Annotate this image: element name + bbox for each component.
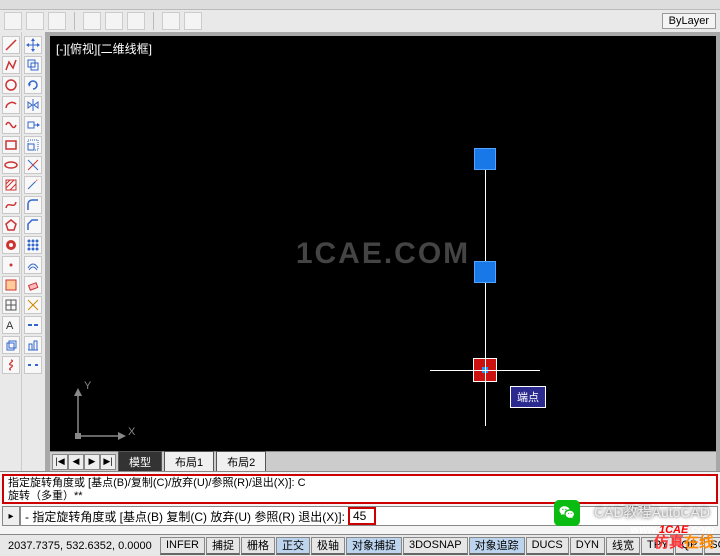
arc-tool[interactable] xyxy=(2,96,20,114)
break-tool[interactable] xyxy=(24,356,42,374)
erase-tool[interactable] xyxy=(24,276,42,294)
explode-tool[interactable] xyxy=(24,296,42,314)
geometry-square[interactable] xyxy=(474,148,496,170)
polygon-tool[interactable] xyxy=(2,216,20,234)
tab-nav-button[interactable]: ▶| xyxy=(100,454,116,470)
point-tool[interactable] xyxy=(2,256,20,274)
crosshair-v xyxy=(485,316,486,426)
tool-btn[interactable] xyxy=(4,12,22,30)
command-history-line: 指定旋转角度或 [基点(B)/复制(C)/放弃(U)/参照(R)/退出(X)]:… xyxy=(8,477,712,490)
layout-tab[interactable]: 布局1 xyxy=(164,451,214,472)
mtext-tool[interactable]: A xyxy=(2,316,20,334)
overlay-text: CAD教程AutoCAD xyxy=(594,502,710,522)
command-toggle-icon[interactable]: ▸ xyxy=(2,506,20,526)
command-prompt: - 指定旋转角度或 [基点(B) 复制(C) 放弃(U) 参照(R) 退出(X)… xyxy=(25,508,345,525)
layout-tab[interactable]: 布局2 xyxy=(216,451,266,472)
view-label[interactable]: [-][俯视][二维线框] xyxy=(56,40,152,57)
line-tool[interactable] xyxy=(2,36,20,54)
table-tool[interactable] xyxy=(2,296,20,314)
status-toggle-ducs[interactable]: DUCS xyxy=(526,537,569,555)
canvas-container: [-][俯视][二维线框] 1CAE.COM 端点 Y X |◀◀▶▶| 模型 xyxy=(46,32,720,471)
status-toggle-栅格[interactable]: 栅格 xyxy=(241,537,275,555)
3dsolid-tool[interactable] xyxy=(2,336,20,354)
status-toggle-infer[interactable]: INFER xyxy=(160,537,205,555)
copy-tool[interactable] xyxy=(24,56,42,74)
helix-tool[interactable] xyxy=(2,356,20,374)
tab-nav-button[interactable]: ◀ xyxy=(68,454,84,470)
chamfer-tool[interactable] xyxy=(24,216,42,234)
move-tool[interactable] xyxy=(24,36,42,54)
left-toolbar: A xyxy=(0,32,46,471)
status-toggle-dyn[interactable]: DYN xyxy=(570,537,605,555)
ucs-y-label: Y xyxy=(84,380,91,392)
tool-btn[interactable] xyxy=(184,12,202,30)
tool-btn[interactable] xyxy=(105,12,123,30)
svg-text:A: A xyxy=(6,320,14,332)
align-tool[interactable] xyxy=(24,336,42,354)
rect-tool[interactable] xyxy=(2,136,20,154)
drawing-canvas[interactable]: [-][俯视][二维线框] 1CAE.COM 端点 Y X |◀◀▶▶| 模型 xyxy=(50,36,716,471)
fillet-tool[interactable] xyxy=(24,196,42,214)
layout-tab-bar: |◀◀▶▶| 模型布局1布局2 xyxy=(50,451,716,471)
offset-tool[interactable] xyxy=(24,256,42,274)
scale-tool[interactable] xyxy=(24,136,42,154)
status-toggle-正交[interactable]: 正交 xyxy=(276,537,310,555)
pline-tool[interactable] xyxy=(2,56,20,74)
tool-btn[interactable] xyxy=(162,12,180,30)
status-toggle-对象追踪[interactable]: 对象追踪 xyxy=(469,537,525,555)
tab-nav-button[interactable]: |◀ xyxy=(52,454,68,470)
tool-btn[interactable] xyxy=(26,12,44,30)
command-input-value[interactable]: 45 xyxy=(348,507,376,525)
region-tool[interactable] xyxy=(2,276,20,294)
secondary-toolbar: ByLayer xyxy=(0,10,720,32)
command-history[interactable]: 指定旋转角度或 [基点(B)/复制(C)/放弃(U)/参照(R)/退出(X)]:… xyxy=(2,474,718,504)
ucs-icon: Y X xyxy=(70,384,130,447)
overlay-brand: 仿真在线 xyxy=(654,531,714,552)
tab-nav-button[interactable]: ▶ xyxy=(84,454,100,470)
status-toggle-对象捕捉[interactable]: 对象捕捉 xyxy=(346,537,402,555)
ellipse-tool[interactable] xyxy=(2,156,20,174)
status-toggle-捕捉[interactable]: 捕捉 xyxy=(206,537,240,555)
layout-tab[interactable]: 模型 xyxy=(118,451,162,472)
tool-btn[interactable] xyxy=(48,12,66,30)
watermark-text: 1CAE.COM xyxy=(296,237,470,271)
geometry-square[interactable] xyxy=(474,261,496,283)
status-toggle-极轴[interactable]: 极轴 xyxy=(311,537,345,555)
stretch-tool[interactable] xyxy=(24,116,42,134)
extend-tool[interactable] xyxy=(24,176,42,194)
coordinates-display[interactable]: 2037.7375, 532.6352, 0.0000 xyxy=(0,540,160,552)
status-toggle-线宽[interactable]: 线宽 xyxy=(606,537,640,555)
ucs-x-label: X xyxy=(128,426,135,438)
snap-tooltip: 端点 xyxy=(510,386,546,408)
rotate-tool[interactable] xyxy=(24,76,42,94)
rev-tool[interactable] xyxy=(2,116,20,134)
trim-tool[interactable] xyxy=(24,156,42,174)
tool-btn[interactable] xyxy=(127,12,145,30)
wechat-icon xyxy=(554,500,580,526)
status-bar: 2037.7375, 532.6352, 0.0000 INFER捕捉栅格正交极… xyxy=(0,534,720,556)
bylayer-dropdown[interactable]: ByLayer xyxy=(662,13,716,29)
tool-btn[interactable] xyxy=(83,12,101,30)
hatch-tool[interactable] xyxy=(2,176,20,194)
mirror-tool[interactable] xyxy=(24,96,42,114)
circle-tool[interactable] xyxy=(2,76,20,94)
array-tool[interactable] xyxy=(24,236,42,254)
spline-tool[interactable] xyxy=(2,196,20,214)
join-tool[interactable] xyxy=(24,316,42,334)
donut-tool[interactable] xyxy=(2,236,20,254)
status-toggle-3dosnap[interactable]: 3DOSNAP xyxy=(403,537,468,555)
